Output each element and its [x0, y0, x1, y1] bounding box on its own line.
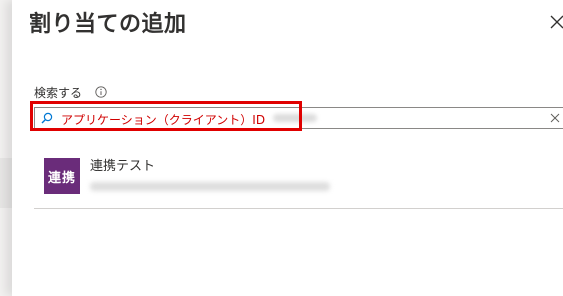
app-id-redacted — [90, 182, 330, 191]
background-blade — [0, 0, 12, 296]
background-selected-row — [0, 158, 12, 208]
close-icon[interactable] — [548, 13, 563, 31]
search-label: 検索する — [34, 86, 83, 100]
app-icon-tile: 連携 — [44, 158, 80, 194]
add-assignment-panel: 割り当ての追加 検索する アプリケーション（クライアント）ID 連携 連携テスト — [12, 0, 563, 296]
list-item[interactable]: 連携 連携テスト — [34, 146, 563, 209]
annotation-highlight-box — [30, 101, 302, 131]
panel-title: 割り当ての追加 — [29, 12, 187, 37]
info-icon[interactable] — [95, 86, 107, 98]
app-name: 連携テスト — [90, 159, 156, 174]
clear-icon[interactable] — [549, 112, 561, 124]
